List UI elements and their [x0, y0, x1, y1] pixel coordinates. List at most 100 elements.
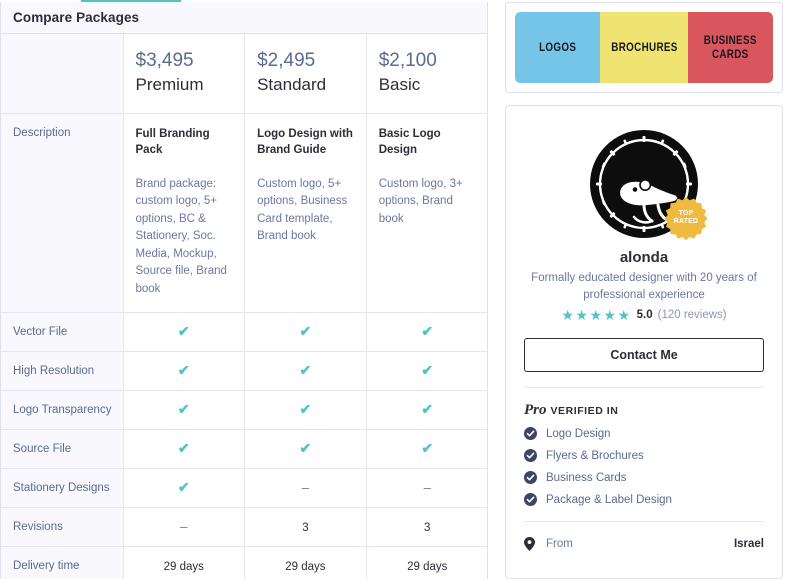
check-icon: ✔: [421, 362, 434, 379]
row-label-description: Description: [1, 113, 124, 314]
rating-row: ★★★★★ 5.0 (120 reviews): [524, 308, 764, 322]
description-body: Custom logo, 5+ options, Business Card t…: [257, 177, 348, 243]
avatar[interactable]: TOP RATED: [588, 128, 708, 241]
description-title: Logo Design with Brand Guide: [257, 127, 353, 157]
verified-in-label: VERIFIED IN: [550, 405, 619, 418]
cell-logo-transparency-standard: ✔: [244, 390, 367, 431]
packages-comparison-table: $3,495 Premium $2,495 Standard $2,100 Ba…: [1, 34, 488, 579]
package-description-premium: Full Branding Pack Brand package: custom…: [123, 113, 246, 314]
compare-packages-card: Compare Packages $3,495 Premium $2,495 S…: [0, 2, 488, 579]
check-icon: ✔: [177, 479, 190, 496]
package-description-standard: Logo Design with Brand Guide Custom logo…: [244, 113, 367, 314]
check-icon: ✔: [299, 401, 312, 418]
package-name: Premium: [135, 74, 204, 94]
delivery-value: 29 days: [163, 561, 204, 574]
cell-delivery-time-premium: 29 days: [123, 546, 246, 579]
table-row-high-resolution: High Resolution ✔ ✔ ✔: [1, 351, 488, 392]
verified-skills-list: Logo Design Flyers & Brochures Business …: [524, 427, 764, 507]
description-title: Full Branding Pack: [135, 127, 210, 157]
gallery-item-business-cards[interactable]: BUSINESS CARDS: [688, 12, 773, 83]
badge-line-2: RATED: [673, 218, 699, 225]
from-value: Israel: [733, 538, 764, 551]
package-header-basic: $2,100 Basic: [366, 34, 488, 114]
gallery-item-label: BUSINESS CARDS: [704, 32, 758, 61]
package-price: $2,495: [257, 50, 316, 71]
seller-sidebar: LOGOS BROCHURES BUSINESS CARDS TOP RATED…: [497, 0, 791, 579]
seller-description: Formally educated designer with 20 years…: [531, 272, 757, 301]
dash-icon: –: [180, 519, 188, 535]
verified-skill-label: Flyers & Brochures: [546, 449, 644, 462]
cell-logo-transparency-basic: ✔: [366, 390, 488, 431]
contact-me-button[interactable]: Contact Me: [524, 338, 764, 373]
cell-stationery-designs-premium: ✔: [123, 468, 246, 509]
rating-score: 5.0: [636, 309, 653, 322]
badge-text: TOP RATED: [664, 196, 708, 240]
check-circle-icon: [524, 449, 537, 463]
cell-vector-file-premium: ✔: [123, 312, 246, 353]
row-label-delivery-time: Delivery time: [1, 546, 124, 579]
gallery-item-label: BROCHURES: [610, 39, 678, 54]
cell-vector-file-standard: ✔: [244, 312, 367, 353]
cell-high-resolution-basic: ✔: [366, 351, 488, 392]
dash-icon: –: [423, 480, 431, 496]
cell-high-resolution-standard: ✔: [244, 351, 367, 392]
check-circle-icon: [524, 471, 537, 485]
delivery-value: 29 days: [407, 561, 448, 574]
gallery-strip: LOGOS BROCHURES BUSINESS CARDS: [515, 12, 773, 83]
table-row-logo-transparency: Logo Transparency ✔ ✔ ✔: [1, 390, 488, 431]
pro-badge-mark: Pro: [524, 402, 547, 419]
cell-source-file-premium: ✔: [123, 429, 246, 470]
dash-icon: –: [301, 480, 309, 496]
check-icon: ✔: [177, 323, 190, 340]
delivery-value: 29 days: [285, 561, 326, 574]
pro-verified-heading: Pro VERIFIED IN: [524, 403, 764, 418]
verified-skill-label: Logo Design: [546, 427, 611, 440]
gallery-item-brochures[interactable]: BROCHURES: [599, 12, 689, 83]
portfolio-gallery-card: LOGOS BROCHURES BUSINESS CARDS: [505, 2, 783, 93]
seller-profile-card: TOP RATED alonda Formally educated desig…: [505, 105, 783, 579]
verified-skill-label: Business Cards: [546, 471, 627, 484]
cell-logo-transparency-premium: ✔: [123, 390, 246, 431]
table-row-source-file: Source File ✔ ✔ ✔: [1, 429, 488, 470]
page-title: Compare Packages: [13, 10, 140, 25]
list-item: Package & Label Design: [524, 493, 764, 507]
check-icon: ✔: [421, 440, 434, 457]
gallery-item-logos[interactable]: LOGOS: [515, 12, 600, 83]
package-name: Basic: [378, 74, 421, 94]
table-row-vector-file: Vector File ✔ ✔ ✔: [1, 312, 488, 353]
check-circle-icon: [524, 493, 537, 507]
check-icon: ✔: [177, 440, 190, 457]
row-label-stationery-designs: Stationery Designs: [1, 468, 124, 509]
check-icon: ✔: [421, 401, 434, 418]
table-row-description: Description Full Branding Pack Brand pac…: [1, 113, 488, 314]
table-row-prices: $3,495 Premium $2,495 Standard $2,100 Ba…: [1, 34, 488, 114]
top-rated-badge: TOP RATED: [664, 196, 708, 241]
check-icon: ✔: [177, 401, 190, 418]
badge-line-1: TOP: [678, 209, 694, 217]
description-title: Basic Logo Design: [378, 127, 441, 157]
cell-source-file-standard: ✔: [244, 429, 367, 470]
package-description-basic: Basic Logo Design Custom logo, 3+ option…: [366, 113, 488, 314]
check-icon: ✔: [421, 323, 434, 340]
check-icon: ✔: [299, 362, 312, 379]
seller-name: alonda: [619, 249, 669, 266]
verified-skill-label: Package & Label Design: [546, 493, 672, 506]
row-label-source-file: Source File: [1, 429, 124, 470]
check-icon: ✔: [299, 323, 312, 340]
seller-location-row: From Israel: [524, 537, 764, 552]
revisions-value: 3: [424, 522, 431, 535]
star-rating-icon: ★★★★★: [561, 307, 632, 324]
rating-count: (120 reviews): [657, 309, 727, 322]
compare-packages-panel: Compare Packages $3,495 Premium $2,495 S…: [0, 0, 497, 579]
list-item: Logo Design: [524, 427, 764, 441]
description-body: Custom logo, 3+ options, Brand book: [378, 177, 463, 225]
cell-delivery-time-standard: 29 days: [244, 546, 367, 579]
cell-high-resolution-premium: ✔: [123, 351, 246, 392]
package-price: $2,100: [378, 50, 437, 71]
package-price: $3,495: [135, 50, 194, 71]
list-item: Flyers & Brochures: [524, 449, 764, 463]
row-label-logo-transparency: Logo Transparency: [1, 390, 124, 431]
table-row-delivery-time: Delivery time 29 days 29 days 29 days: [1, 546, 488, 579]
location-pin-icon: [524, 537, 538, 552]
table-row-revisions: Revisions – 3 3: [1, 507, 488, 548]
